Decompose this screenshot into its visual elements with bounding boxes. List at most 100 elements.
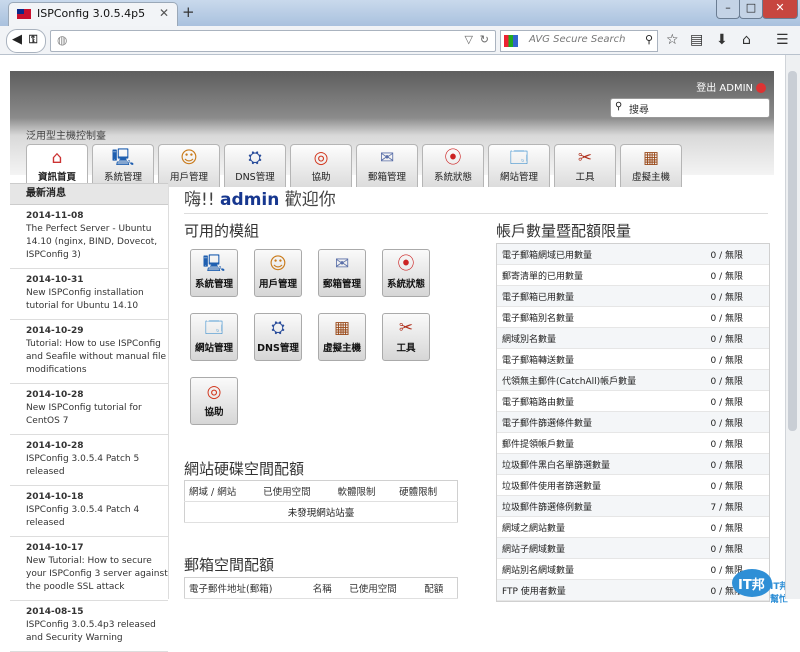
users-icon: ☺	[180, 148, 198, 168]
news-title: 最新消息	[10, 183, 168, 205]
welcome-heading: 嗨!! admin 歡迎你	[184, 185, 336, 210]
limit-row: 電子郵箱路由數量 0 / 無限	[497, 391, 769, 412]
dropdown-icon[interactable]: ▽	[465, 33, 473, 46]
avg-logo-icon	[504, 35, 518, 47]
limit-label: 電子郵件篩選條件數量	[502, 419, 593, 429]
tab-sites[interactable]: 🗔 網站管理	[488, 144, 550, 187]
limit-row: 電子郵箱轉送數量 0 / 無限	[497, 349, 769, 370]
users-icon: ☺	[269, 254, 287, 274]
tab-system[interactable]: 🖳 系統管理	[92, 144, 154, 187]
home-icon[interactable]: ⌂	[742, 32, 751, 48]
tab-title: ISPConfig 3.0.5.4p5	[37, 7, 146, 20]
news-item[interactable]: 2014-10-18 ISPConfig 3.0.5.4 Patch 4 rele…	[10, 486, 168, 537]
news-link[interactable]: ISPConfig 3.0.5.4 Patch 4 released	[26, 504, 168, 530]
tab-label: 工具	[575, 172, 595, 183]
tab-dns[interactable]: ⛭ DNS管理	[224, 144, 286, 187]
news-link[interactable]: ISPConfig 3.0.5.4 Patch 5 released	[26, 453, 168, 479]
scrollbar-thumb[interactable]	[788, 71, 797, 431]
tab-clients[interactable]: ☺ 用戶管理	[158, 144, 220, 187]
module-button-system[interactable]: 🖳 系統管理	[190, 249, 238, 297]
limit-label: 郵件提領帳戶數量	[502, 440, 575, 450]
reading-list-icon[interactable]: ▤	[690, 32, 703, 48]
module-button-clients[interactable]: ☺ 用戶管理	[254, 249, 302, 297]
browser-search-field[interactable]: AVG Secure Search ⚲	[500, 30, 658, 52]
page-scrollbar[interactable]	[785, 55, 800, 599]
maximize-button[interactable]: □	[739, 0, 763, 19]
back-arrow-icon: ◀	[12, 32, 22, 47]
welcome-prefix: 嗨!!	[184, 190, 215, 210]
limit-label: 電子郵箱別名數量	[502, 314, 575, 324]
news-date: 2014-08-15	[26, 607, 84, 617]
module-label: 工具	[396, 343, 416, 354]
limit-row: 郵件提領帳戶數量 0 / 無限	[497, 433, 769, 454]
news-date: 2014-10-18	[26, 492, 84, 502]
modules-title: 可用的模組	[184, 222, 260, 240]
table-header-row: 電子郵件地址(郵箱) 名稱 已使用空間 配額	[184, 577, 458, 599]
news-link[interactable]: The Perfect Server - Ubuntu 14.10 (nginx…	[26, 223, 168, 262]
module-label: 系統狀態	[386, 279, 425, 290]
new-tab-button[interactable]: +	[182, 3, 195, 21]
news-link[interactable]: New ISPConfig installation tutorial for …	[26, 287, 168, 313]
tab-tools[interactable]: ✂ 工具	[554, 144, 616, 187]
column-header[interactable]: 電子郵件地址(郵箱)	[184, 577, 309, 599]
browser-tab[interactable]: ISPConfig 3.0.5.4p5 ✕	[8, 2, 178, 27]
minimize-button[interactable]: –	[716, 0, 740, 19]
column-header[interactable]: 網域 / 網站	[184, 480, 260, 502]
news-item[interactable]: 2014-11-08 The Perfect Server - Ubuntu 14…	[10, 205, 168, 269]
column-header[interactable]: 已使用空間	[259, 480, 334, 502]
module-label: DNS管理	[257, 343, 299, 354]
news-link[interactable]: ISPConfig 3.0.5.4p3 released and Securit…	[26, 619, 168, 645]
column-header[interactable]: 配額	[420, 577, 458, 599]
back-button[interactable]: ◀ ⚿	[6, 29, 46, 53]
flag-icon	[17, 9, 31, 19]
tab-vm[interactable]: ▦ 虛擬主機	[620, 144, 682, 187]
limit-label: 電子郵箱轉送數量	[502, 356, 575, 366]
module-button-tools[interactable]: ✂ 工具	[382, 313, 430, 361]
news-item[interactable]: 2014-10-28 New ISPConfig tutorial for Cen…	[10, 384, 168, 435]
module-button-sites[interactable]: 🗔 網站管理	[190, 313, 238, 361]
browser-toolbar: ◀ ⚿ ◍ ▽ ↻ AVG Secure Search ⚲ ☆ ▤ ⬇ ⌂ ☰	[0, 26, 800, 55]
logout-link[interactable]: 登出 ADMIN	[696, 79, 766, 94]
limit-row: 郵寄清單的已用數量 0 / 無限	[497, 265, 769, 286]
website-icon: 🗔	[204, 318, 224, 338]
module-button-email[interactable]: ✉ 郵箱管理	[318, 249, 366, 297]
reload-icon[interactable]: ↻	[480, 33, 489, 46]
module-label: 系統管理	[194, 279, 233, 290]
close-tab-icon[interactable]: ✕	[159, 6, 169, 20]
column-header[interactable]: 硬體限制	[395, 480, 458, 502]
tab-help[interactable]: ◎ 協助	[290, 144, 352, 187]
module-button-vm[interactable]: ▦ 虛擬主機	[318, 313, 366, 361]
close-window-button[interactable]: ✕	[762, 0, 798, 19]
column-header[interactable]: 軟體限制	[333, 480, 396, 502]
tab-label: 郵箱管理	[367, 172, 406, 183]
globe-icon: ◍	[57, 33, 68, 47]
limit-label: 郵寄清單的已用數量	[502, 272, 584, 282]
column-header[interactable]: 名稱	[308, 577, 346, 599]
tab-home[interactable]: ⌂ 資訊首頁	[26, 144, 88, 187]
download-icon[interactable]: ⬇	[716, 32, 728, 48]
module-button-monitor[interactable]: ⦿ 系統狀態	[382, 249, 430, 297]
news-item[interactable]: 2014-10-31 New ISPConfig installation tut…	[10, 269, 168, 320]
tab-email[interactable]: ✉ 郵箱管理	[356, 144, 418, 187]
news-item[interactable]: 2014-10-29 Tutorial: How to use ISPConfig…	[10, 320, 168, 384]
limit-value: 0 / 無限	[710, 335, 743, 345]
news-link[interactable]: Tutorial: How to use ISPConfig and Seafi…	[26, 338, 168, 377]
header-search-input[interactable]: ⚲ 搜尋	[610, 98, 770, 118]
limit-label: FTP 使用者數量	[502, 587, 566, 597]
url-bar[interactable]: ◍ ▽ ↻	[50, 30, 496, 52]
news-item[interactable]: 2014-08-15 ISPConfig 3.0.5.4p3 released a…	[10, 601, 168, 652]
limit-row: 垃圾郵件篩選條例數量 7 / 無限	[497, 496, 769, 517]
news-item[interactable]: 2014-10-28 ISPConfig 3.0.5.4 Patch 5 rele…	[10, 435, 168, 486]
tab-monitor[interactable]: ⦿ 系統狀態	[422, 144, 484, 187]
website-icon: 🗔	[509, 148, 529, 168]
column-header[interactable]: 已使用空間	[345, 577, 421, 599]
search-icon[interactable]: ⚲	[645, 33, 653, 46]
menu-icon[interactable]: ☰	[776, 32, 789, 48]
module-button-help[interactable]: ◎ 協助	[190, 377, 238, 425]
module-button-dns[interactable]: ⛭ DNS管理	[254, 313, 302, 361]
news-link[interactable]: New Tutorial: How to secure your ISPConf…	[26, 555, 168, 594]
bookmark-star-icon[interactable]: ☆	[666, 32, 679, 48]
news-link[interactable]: New ISPConfig tutorial for CentOS 7	[26, 402, 168, 428]
news-item[interactable]: 2014-10-17 New Tutorial: How to secure yo…	[10, 537, 168, 601]
limit-row: 垃圾郵件使用者篩選數量 0 / 無限	[497, 475, 769, 496]
